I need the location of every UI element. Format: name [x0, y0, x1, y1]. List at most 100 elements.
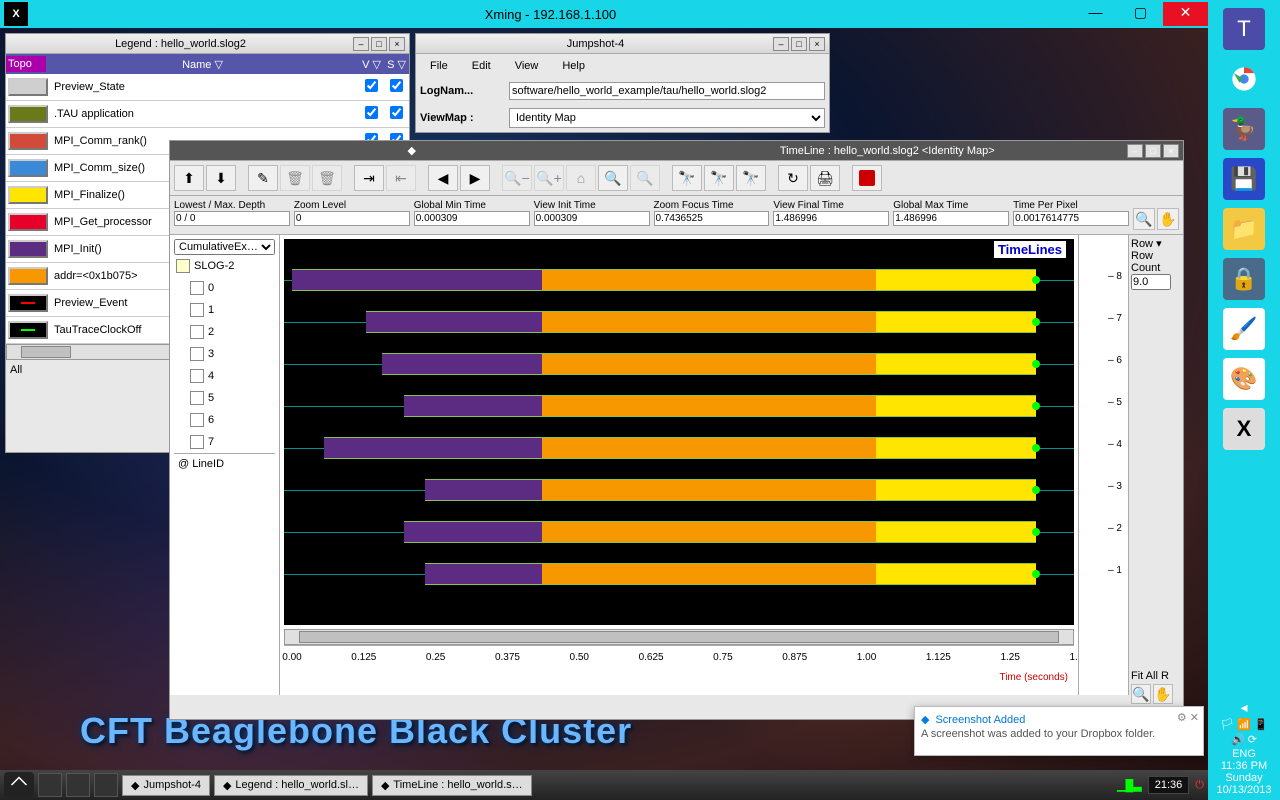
tree-item[interactable]: 5 — [174, 387, 275, 409]
tree-item[interactable]: 4 — [174, 365, 275, 387]
maximize-button[interactable]: ▢ — [1118, 2, 1163, 26]
task-timeline[interactable]: ◆TimeLine : hello_world.s… — [372, 775, 532, 796]
tree-item[interactable]: 0 — [174, 277, 275, 299]
dropbox-notification[interactable]: ◆Screenshot Added A screenshot was added… — [914, 706, 1204, 756]
floppy-icon[interactable]: 💾 — [1223, 158, 1265, 200]
tree-item[interactable]: 6 — [174, 409, 275, 431]
readout-value[interactable] — [893, 211, 1009, 226]
jumpshot-max-button[interactable]: □ — [791, 37, 807, 51]
zoom-icon[interactable]: 🔍 — [1131, 684, 1151, 704]
legend-v-checkbox[interactable] — [365, 106, 378, 119]
readout-value[interactable] — [534, 211, 650, 226]
goto-start-button[interactable]: ⇥ — [354, 165, 384, 191]
task-jumpshot[interactable]: ◆Jumpshot-4 — [122, 775, 210, 796]
find-prev-button[interactable]: 🔭 — [672, 165, 702, 191]
process-bar[interactable] — [382, 353, 1035, 375]
stop-button[interactable] — [852, 165, 882, 191]
viewmap-select[interactable]: Identity Map — [509, 108, 825, 128]
close-button[interactable]: ✕ — [1163, 2, 1208, 26]
tray-logout-icon[interactable]: ⏻ — [1195, 779, 1204, 792]
legend-titlebar[interactable]: Legend : hello_world.slog2 – □ × — [6, 34, 409, 54]
legend-s-checkbox[interactable] — [390, 79, 403, 92]
find-button[interactable]: 🔭 — [704, 165, 734, 191]
process-bar[interactable] — [425, 563, 1036, 585]
delete2-button[interactable]: 🗑 — [312, 165, 342, 191]
prev-button[interactable]: ◀ — [428, 165, 458, 191]
legend-v-checkbox[interactable] — [365, 79, 378, 92]
legend-col-v[interactable]: V ▽ — [359, 58, 384, 71]
hand-icon[interactable]: ✋ — [1153, 684, 1173, 704]
readout-value[interactable] — [174, 211, 290, 226]
timeline-canvas[interactable]: TimeLines — [284, 239, 1074, 625]
rowcount-input[interactable] — [1131, 274, 1171, 290]
timeline-titlebar[interactable]: ◆ TimeLine : hello_world.slog2 <Identity… — [170, 141, 1183, 161]
tray-time[interactable]: 11:36 PM — [1208, 760, 1280, 772]
legend-max-button[interactable]: □ — [371, 37, 387, 51]
tree-item[interactable]: 7 — [174, 431, 275, 453]
menu-edit[interactable]: Edit — [462, 58, 501, 74]
next-button[interactable]: ▶ — [460, 165, 490, 191]
legend-col-s[interactable]: S ▽ — [384, 58, 409, 71]
legend-s-checkbox[interactable] — [390, 106, 403, 119]
zoomin-button[interactable]: 🔍+ — [534, 165, 564, 191]
task-legend[interactable]: ◆Legend : hello_world.sl… — [214, 775, 368, 796]
tree-root[interactable]: SLOG-2 — [174, 255, 275, 277]
tree-item[interactable]: 2 — [174, 321, 275, 343]
notif-close-icon[interactable]: ⚙ ✕ — [1177, 711, 1199, 724]
readout-value[interactable] — [654, 211, 770, 226]
zoom-button[interactable]: 🔍 — [598, 165, 628, 191]
home-button[interactable]: ⌂ — [566, 165, 596, 191]
legend-close-button[interactable]: × — [389, 37, 405, 51]
cpu-monitor-icon[interactable]: ▁█▃ — [1117, 779, 1142, 792]
legend-col-topo[interactable]: Topo — [6, 56, 46, 72]
timeline-ruler[interactable]: – 8– 7– 6– 5– 4– 3– 2– 1 — [1078, 235, 1128, 695]
delete-button[interactable]: 🗑 — [280, 165, 310, 191]
logname-input[interactable] — [509, 82, 825, 100]
readout-value[interactable] — [294, 211, 410, 226]
paint-brush-icon[interactable]: 🎨 — [1223, 358, 1265, 400]
down-button[interactable]: ⬇ — [206, 165, 236, 191]
readout-value[interactable] — [1013, 211, 1129, 226]
find-next-button[interactable]: 🔭 — [736, 165, 766, 191]
menu-file[interactable]: File — [420, 58, 458, 74]
timeline-min-button[interactable]: – — [1127, 144, 1143, 158]
fitall-label[interactable]: Fit All R — [1131, 670, 1181, 682]
tray-lang[interactable]: ENG — [1208, 748, 1280, 760]
process-bar[interactable] — [425, 479, 1036, 501]
start-button[interactable] — [4, 772, 34, 798]
refresh-button[interactable]: ↻ — [778, 165, 808, 191]
cyberduck-icon[interactable]: 🦆 — [1223, 108, 1265, 150]
tree-item[interactable]: 3 — [174, 343, 275, 365]
search-icon[interactable]: 🔍 — [1133, 208, 1155, 230]
process-bar[interactable] — [404, 521, 1036, 543]
jumpshot-titlebar[interactable]: Jumpshot-4 – □ × — [416, 34, 829, 54]
readout-value[interactable] — [414, 211, 530, 226]
canvas-hscroll[interactable] — [284, 629, 1074, 645]
pager-button[interactable] — [94, 773, 118, 797]
edit-button[interactable]: ✎ — [248, 165, 278, 191]
legend-row[interactable]: .TAU application — [6, 101, 409, 128]
timeline-close-button[interactable]: × — [1163, 144, 1179, 158]
paint-icon[interactable]: 🖌️ — [1223, 308, 1265, 350]
zoom2-button[interactable]: 🔍 — [630, 165, 660, 191]
show-desktop-button[interactable] — [38, 773, 62, 797]
up-button[interactable]: ⬆ — [174, 165, 204, 191]
tree-mode-select[interactable]: CumulativeEx… — [174, 239, 275, 255]
workspace-button[interactable] — [66, 773, 90, 797]
chrome-icon[interactable] — [1223, 58, 1265, 100]
minimize-button[interactable]: — — [1073, 2, 1118, 26]
readout-value[interactable] — [773, 211, 889, 226]
legend-col-name[interactable]: Name ▽ — [46, 58, 359, 71]
tray-clock[interactable]: 21:36 — [1148, 776, 1190, 794]
print-button[interactable]: 🖨 — [810, 165, 840, 191]
goto-end-button[interactable]: ⇤ — [386, 165, 416, 191]
timeline-max-button[interactable]: □ — [1145, 144, 1161, 158]
jumpshot-min-button[interactable]: – — [773, 37, 789, 51]
menu-view[interactable]: View — [505, 58, 549, 74]
tree-item[interactable]: 1 — [174, 299, 275, 321]
file-assoc-icon[interactable]: T — [1223, 8, 1265, 50]
explorer-icon[interactable]: 📁 — [1223, 208, 1265, 250]
process-bar[interactable] — [404, 395, 1036, 417]
menu-help[interactable]: Help — [552, 58, 595, 74]
jumpshot-close-button[interactable]: × — [809, 37, 825, 51]
